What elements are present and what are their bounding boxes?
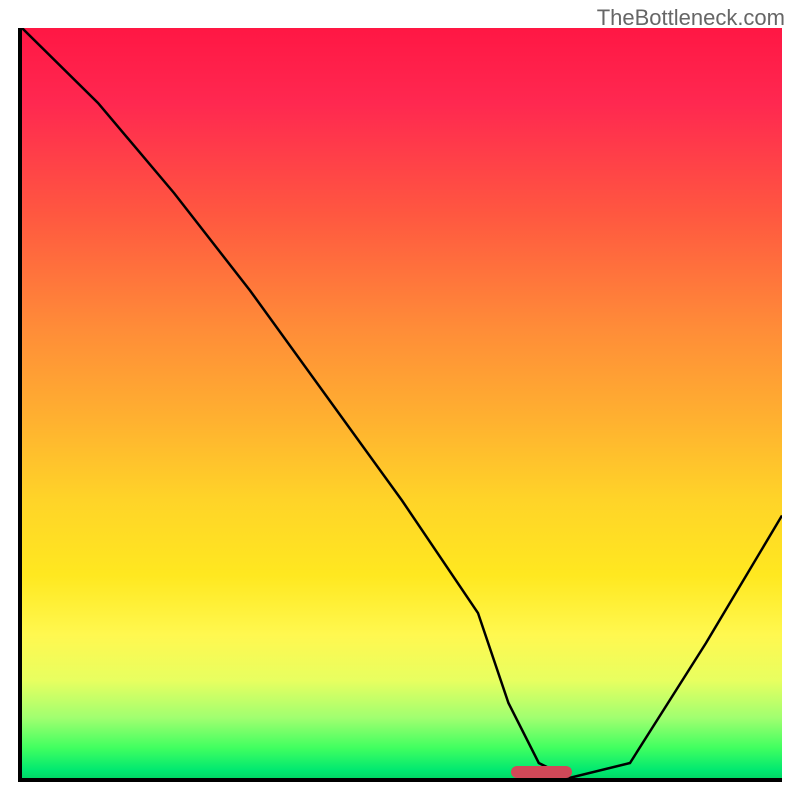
bottleneck-curve (22, 28, 782, 778)
watermark-text: TheBottleneck.com (597, 5, 785, 31)
optimal-range-marker (511, 766, 572, 778)
chart-area (18, 28, 782, 782)
